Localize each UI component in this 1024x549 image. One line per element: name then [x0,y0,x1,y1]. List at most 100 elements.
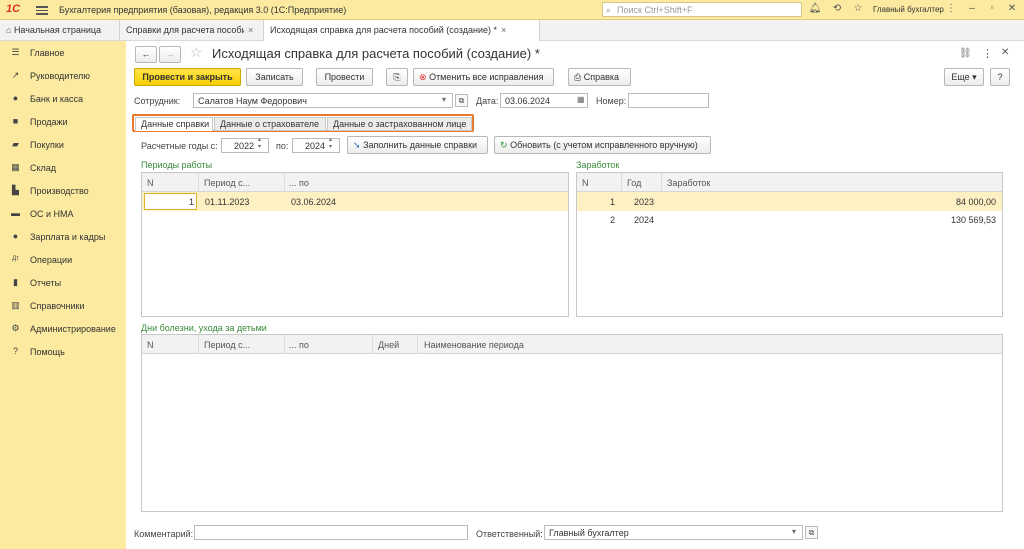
chevron-down-icon: ▾ [972,72,977,82]
employee-field[interactable]: Салатов Наум Федорович [193,93,453,108]
sidebar-item-label: ОС и НМА [30,209,74,219]
number-field[interactable] [628,93,709,108]
sidebar-item-purchases[interactable]: ▰ Покупки [0,136,126,154]
cell-year: 2023 [634,197,655,207]
back-button[interactable]: ← [135,46,157,63]
cell-amount: 130 569,53 [950,215,996,225]
paperclip-icon: ⎘ [393,72,401,82]
table-row[interactable]: 2 2024 130 569,53 [577,210,1002,229]
sidebar-item-manager[interactable]: ↗ Руководителю [0,67,126,85]
history-icon[interactable]: ⟲ [830,3,844,14]
tab-home[interactable]: ⌂ Начальная страница [0,20,120,41]
sidebar-item-production[interactable]: ▙ Производство [0,182,126,200]
print-certificate-button[interactable]: ⎙ Справка [568,68,631,86]
form-tabs: Данные справки Данные о страхователе Дан… [132,114,474,132]
sidebar-item-main[interactable]: ☰ Главное [0,44,126,62]
tab-current-document[interactable]: Исходящая справка для расчета пособий (с… [264,20,540,42]
close-form-icon[interactable]: ✕ [1001,47,1009,58]
sidebar-item-directories[interactable]: ▥ Справочники [0,297,126,315]
post-and-close-button[interactable]: Провести и закрыть [134,68,241,86]
open-windows-bar: ⌂ Начальная страница Справки для расчета… [0,20,1024,42]
search-icon: ⌕ [606,5,612,15]
refresh-button[interactable]: ↻ Обновить (с учетом исправленного вручн… [494,136,711,154]
sidebar-item-assets[interactable]: ▬ ОС и НМА [0,205,126,223]
favorite-star-icon[interactable]: ☆ [190,44,203,61]
help-button[interactable]: ? [990,68,1010,86]
tab-certificates-list[interactable]: Справки для расчета пособий (исх.) × [120,20,264,41]
sidebar-item-admin[interactable]: ⚙ Администрирование [0,320,126,338]
dropdown-arrow-icon[interactable]: ▾ [792,527,796,536]
cancel-icon: ⊗ [419,72,427,82]
post-button[interactable]: Провести [316,68,373,86]
sidebar-item-help[interactable]: ? Помощь [0,343,126,361]
warehouse-icon: ▦ [11,162,20,172]
table-row[interactable]: 1 01.11.2023 03.06.2024 [142,192,568,211]
global-search-input[interactable]: ⌕ Поиск Ctrl+Shift+F [602,2,802,17]
open-responsible-icon[interactable]: ⧉ [805,526,818,539]
sidebar-item-sales[interactable]: ■ Продажи [0,113,126,131]
sidebar-item-reports[interactable]: ▮ Отчеты [0,274,126,292]
date-field[interactable]: 03.06.2024 [500,93,588,108]
cell-amount: 84 000,00 [955,197,996,207]
save-button[interactable]: Записать [246,68,303,86]
cell-year: 2024 [634,215,655,225]
arrow-right-icon: → [165,49,175,59]
sidebar-item-warehouse[interactable]: ▦ Склад [0,159,126,177]
cell-n: 1 [610,197,616,207]
more-label: Еще [951,72,970,82]
more-actions-icon[interactable]: ⋮ [982,47,993,60]
bell-icon[interactable]: 🔔︎ [808,3,822,14]
link-icon[interactable]: ⛓ [959,48,972,59]
settings-menu-icon[interactable]: ⋮ [944,3,958,14]
sidebar-item-bank[interactable]: ● Банк и касса [0,90,126,108]
close-tab-icon[interactable]: × [501,25,506,35]
year-from-stepper[interactable]: ▴ ▾ [258,137,261,151]
calendar-icon[interactable]: ▦ [577,95,585,104]
tab-insurer-data[interactable]: Данные о страхователе [214,117,326,131]
search-placeholder: Поиск Ctrl+Shift+F [617,5,693,15]
star-icon[interactable]: ☆ [851,3,865,14]
responsible-label: Ответственный: [476,529,543,539]
sick-days-table[interactable]: N Период с... ... по Дней Наименование п… [141,334,1003,512]
cancel-corrections-button[interactable]: ⊗ Отменить все исправления [413,68,554,86]
open-employee-icon[interactable]: ⧉ [455,94,468,107]
col-year: Год [627,178,642,188]
book-icon: ▥ [11,300,20,310]
col-to: ... по [289,178,309,188]
earnings-table[interactable]: N Год Заработок 1 2023 84 000,00 2 2024 … [576,172,1003,317]
date-label: Дата: [476,96,499,106]
app-title: Бухгалтерия предприятия (базовая), редак… [59,5,347,15]
cart-icon: ▰ [12,139,19,149]
minimize-icon[interactable]: – [965,3,979,14]
operations-icon: Дт [12,256,19,262]
maximize-icon[interactable]: ▫ [985,3,999,12]
factory-icon: ▙ [12,185,19,195]
responsible-field[interactable]: Главный бухгалтер [544,525,803,540]
table-row[interactable]: 1 2023 84 000,00 [577,192,1002,211]
page-title: Исходящая справка для расчета пособий (с… [212,46,540,61]
dropdown-arrow-icon[interactable]: ▾ [442,95,446,104]
tab-certificate-data[interactable]: Данные справки [135,117,213,131]
sidebar-item-label: Склад [30,163,57,173]
cell-from: 01.11.2023 [205,197,250,207]
tab-insured-person-data[interactable]: Данные о застрахованном лице [327,117,472,131]
home-icon: ⌂ [6,25,14,35]
more-button[interactable]: Еще ▾ [944,68,984,86]
sidebar-item-label: Администрирование [30,324,116,334]
forward-button[interactable]: → [159,46,181,63]
sidebar-item-operations[interactable]: Дт Операции [0,251,126,269]
fill-data-button[interactable]: ➘ Заполнить данные справки [347,136,488,154]
close-window-icon[interactable]: ✕ [1005,3,1019,14]
year-from-field[interactable]: 2022 [221,138,269,153]
refresh-icon: ↻ [500,140,508,150]
sidebar-item-salary[interactable]: ● Зарплата и кадры [0,228,126,246]
attach-button[interactable]: ⎘ [386,68,408,86]
work-periods-table[interactable]: N Период с... ... по 1 01.11.2023 03.06.… [141,172,569,317]
year-to-stepper[interactable]: ▴ ▾ [329,137,332,151]
close-tab-icon[interactable]: × [248,25,253,35]
comment-field[interactable] [194,525,468,540]
menu-icon: ☰ [11,47,20,57]
current-user[interactable]: Главный бухгалтер [873,5,944,14]
main-menu-icon[interactable] [36,4,48,15]
year-to-field[interactable]: 2024 [292,138,340,153]
